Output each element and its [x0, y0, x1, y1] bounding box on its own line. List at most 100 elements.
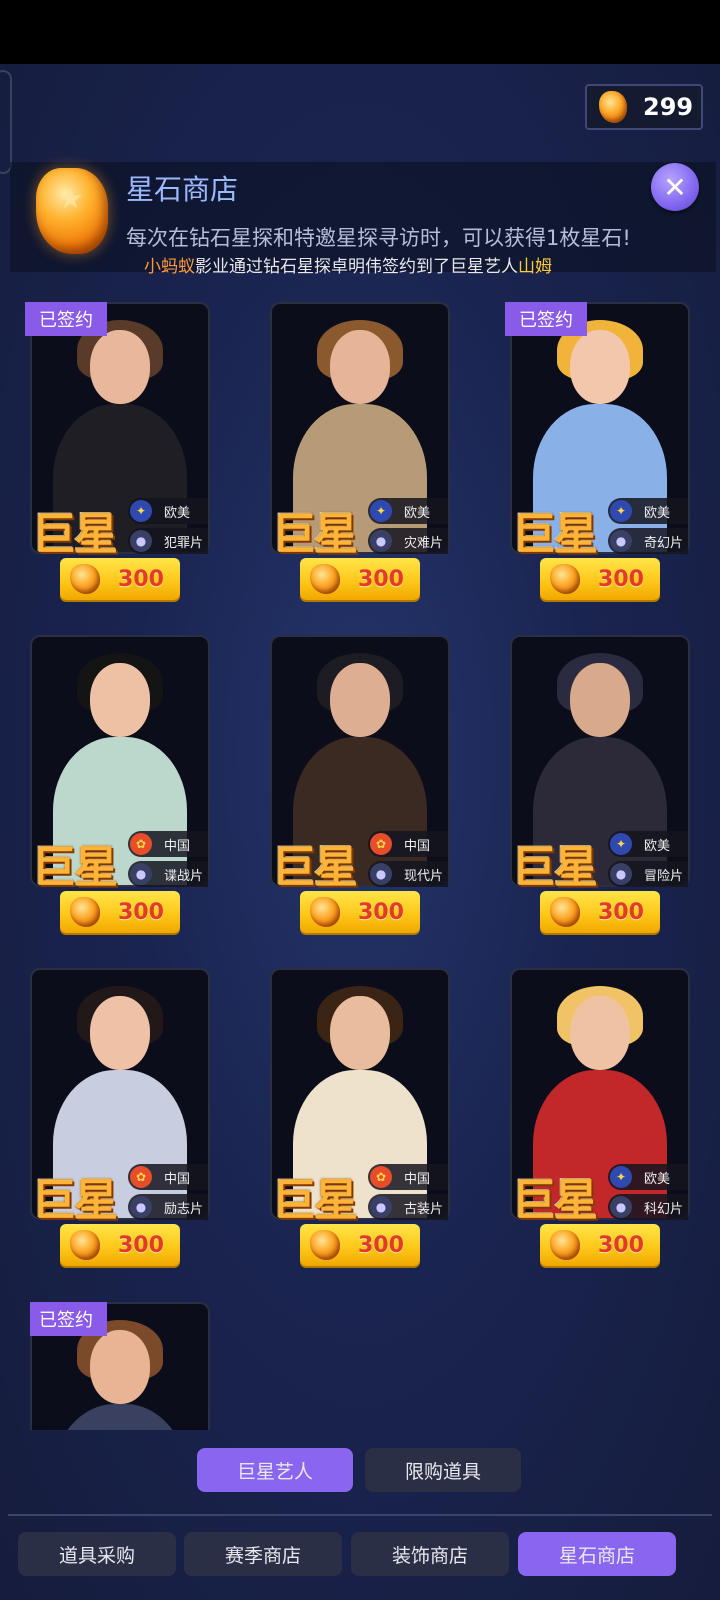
region-tag: ✦ 欧美	[608, 1164, 688, 1190]
region-tag: ✦ 欧美	[128, 498, 208, 524]
signed-badge: 已签约	[505, 302, 587, 336]
news-studio: 小蚂蚁	[144, 257, 195, 277]
tab-star-artists[interactable]: 巨星艺人	[197, 1448, 353, 1492]
genre-tag: ● 灾难片	[368, 528, 448, 554]
news-ticker: 小蚂蚁影业通过钻石星探卓明伟签约到了巨星艺人山姆	[144, 252, 552, 277]
genre-label: 励志片	[164, 1201, 204, 1217]
genre-label: 古装片	[404, 1201, 444, 1217]
superstar-label: 巨星	[512, 842, 598, 893]
artist-card[interactable]: 巨星 ✦ 欧美 ● 灾难片	[270, 302, 450, 560]
genre-icon: ●	[610, 1196, 632, 1218]
tab-item-purchase[interactable]: 道具采购	[18, 1532, 176, 1576]
buy-button[interactable]: 300	[300, 891, 420, 933]
genre-tag: ● 古装片	[368, 1194, 448, 1220]
genre-icon: ●	[130, 530, 152, 552]
divider	[8, 1514, 712, 1516]
price-value: 300	[598, 899, 644, 925]
region-tag: ✿ 中国	[128, 831, 208, 857]
price-value: 300	[118, 1232, 164, 1258]
tab-limited-items[interactable]: 限购道具	[365, 1448, 521, 1492]
china-region-icon: ✿	[130, 1166, 152, 1188]
tab-season-shop[interactable]: 赛季商店	[184, 1532, 342, 1576]
genre-icon: ●	[130, 1196, 152, 1218]
star-stone-icon	[310, 897, 340, 927]
genre-icon: ●	[370, 530, 392, 552]
buy-button[interactable]: 300	[60, 1224, 180, 1266]
star-stone-icon	[70, 564, 100, 594]
buy-button[interactable]: 300	[540, 891, 660, 933]
genre-label: 奇幻片	[644, 535, 684, 551]
tab-star-stone-shop[interactable]: 星石商店	[518, 1532, 676, 1576]
news-text: 影业通过钻石星探卓明伟签约到了巨星艺人	[195, 257, 518, 277]
bottom-tab-bar: 道具采购 赛季商店 装饰商店 星石商店	[0, 1532, 720, 1578]
superstar-label: 巨星	[272, 1175, 358, 1226]
page-title: 星石商店	[126, 173, 239, 206]
star-stone-large-icon	[36, 168, 108, 254]
artist-card[interactable]: 已签约 巨星 ✦ 欧美 ● 奇幻片	[505, 302, 690, 560]
genre-tag: ● 犯罪片	[128, 528, 208, 554]
genre-tag: ● 冒险片	[608, 861, 688, 887]
genre-tag: ● 现代片	[368, 861, 448, 887]
buy-button[interactable]: 300	[540, 558, 660, 600]
region-label: 欧美	[404, 505, 431, 521]
star-stone-icon	[599, 91, 627, 123]
genre-label: 科幻片	[644, 1201, 684, 1217]
close-button[interactable]: ✕	[651, 163, 699, 211]
genre-label: 冒险片	[644, 868, 684, 884]
western-region-icon: ✦	[370, 500, 392, 522]
region-label: 中国	[164, 838, 191, 854]
region-tag: ✦ 欧美	[608, 831, 688, 857]
region-label: 欧美	[644, 505, 671, 521]
buy-button[interactable]: 300	[300, 1224, 420, 1266]
western-region-icon: ✦	[130, 500, 152, 522]
star-stone-icon	[310, 564, 340, 594]
western-region-icon: ✦	[610, 500, 632, 522]
artist-card[interactable]: 巨星 ✦ 欧美 ● 科幻片	[510, 968, 690, 1226]
superstar-label: 巨星	[512, 509, 598, 560]
price-value: 300	[118, 899, 164, 925]
artist-portrait	[45, 1320, 195, 1430]
region-tag: ✦ 欧美	[368, 498, 448, 524]
genre-label: 犯罪片	[164, 535, 204, 551]
genre-label: 现代片	[404, 868, 444, 884]
genre-tag: ● 谍战片	[128, 861, 208, 887]
artist-card[interactable]: 已签约巨星 ✦ 欧美 ● 犯罪片	[25, 302, 210, 560]
china-region-icon: ✿	[370, 1166, 392, 1188]
news-artist: 山姆	[518, 257, 552, 277]
region-tag: ✿ 中国	[368, 831, 448, 857]
region-tag: ✦ 欧美	[608, 498, 688, 524]
superstar-label: 巨星	[32, 509, 118, 560]
close-icon: ✕	[663, 170, 687, 204]
superstar-label: 巨星	[32, 842, 118, 893]
buy-button[interactable]: 300	[540, 1224, 660, 1266]
artist-card[interactable]: 巨星 ✿ 中国 ● 古装片	[270, 968, 450, 1226]
sub-tab-bar: 巨星艺人 限购道具	[0, 1448, 720, 1494]
status-bar	[0, 0, 720, 64]
artist-card[interactable]: 巨星 ✦ 欧美 ● 冒险片	[510, 635, 690, 893]
superstar-label: 巨星	[272, 842, 358, 893]
tab-decoration-shop[interactable]: 装饰商店	[351, 1532, 509, 1576]
signed-badge: 已签约	[25, 302, 107, 336]
western-region-icon: ✦	[610, 833, 632, 855]
artist-card[interactable]: 巨星 ✿ 中国 ● 现代片	[270, 635, 450, 893]
region-label: 中国	[404, 1171, 431, 1187]
price-value: 300	[358, 566, 404, 592]
price-value: 300	[358, 1232, 404, 1258]
star-stone-icon	[310, 1230, 340, 1260]
artist-card[interactable]: 已签约	[30, 1302, 210, 1430]
currency-value: 299	[643, 93, 694, 121]
buy-button[interactable]: 300	[60, 558, 180, 600]
genre-tag: ● 科幻片	[608, 1194, 688, 1220]
genre-icon: ●	[610, 863, 632, 885]
star-stone-icon	[70, 897, 100, 927]
price-value: 300	[598, 1232, 644, 1258]
artist-card[interactable]: 巨星 ✿ 中国 ● 励志片	[30, 968, 210, 1226]
region-label: 中国	[164, 1171, 191, 1187]
buy-button[interactable]: 300	[60, 891, 180, 933]
superstar-label: 巨星	[32, 1175, 118, 1226]
buy-button[interactable]: 300	[300, 558, 420, 600]
western-region-icon: ✦	[610, 1166, 632, 1188]
region-label: 欧美	[644, 838, 671, 854]
artist-card[interactable]: 巨星 ✿ 中国 ● 谍战片	[30, 635, 210, 893]
genre-label: 谍战片	[164, 868, 204, 884]
